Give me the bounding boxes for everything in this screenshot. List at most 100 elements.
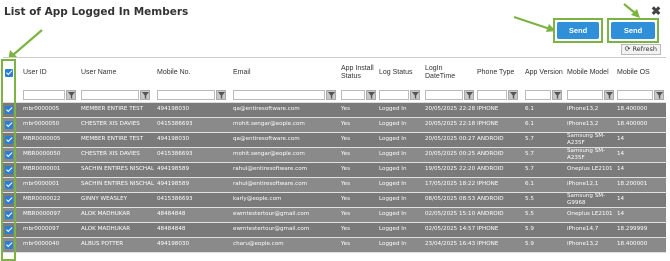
- column-header[interactable]: Email: [231, 58, 339, 88]
- table-cell: IPHONE: [475, 117, 523, 133]
- column-filter-input[interactable]: [477, 89, 507, 100]
- column-filter-input[interactable]: [81, 89, 139, 100]
- column-header[interactable]: App Install Status: [339, 58, 377, 88]
- table-cell: Yes: [339, 192, 377, 208]
- column-filter-input[interactable]: [233, 89, 325, 100]
- column-header[interactable]: Mobile No.: [155, 58, 231, 88]
- filter-icon[interactable]: [326, 89, 336, 100]
- row-checkbox[interactable]: [5, 120, 13, 129]
- table-cell: Yes: [339, 147, 377, 163]
- table-cell: ewmtestertour@gmail.com: [231, 222, 339, 238]
- close-icon[interactable]: ✖: [651, 4, 661, 18]
- filter-icon[interactable]: [552, 89, 562, 100]
- table-cell: IPHONE: [475, 102, 523, 118]
- column-filter-input[interactable]: [525, 89, 551, 100]
- filter-icon[interactable]: [508, 89, 518, 100]
- table-row[interactable]: mbr0000001 SACHIN ENTIRES NISCHAL 49419858…: [3, 177, 666, 193]
- column-header[interactable]: Phone Type: [475, 58, 523, 88]
- row-select-cell: [3, 132, 21, 148]
- table-cell: CHESTER XIS DAVIES: [79, 147, 155, 163]
- row-checkbox[interactable]: [5, 165, 13, 174]
- filter-cell: [565, 88, 615, 103]
- table-cell: mohit.sengar@eople.com: [231, 147, 339, 163]
- table-cell: 20/05/2025 00:25: [423, 147, 475, 163]
- row-checkbox[interactable]: [5, 135, 13, 144]
- table-cell: 18.400000: [615, 237, 666, 253]
- refresh-button[interactable]: ⟳ Refresh: [620, 44, 661, 55]
- send-sms-button[interactable]: Send Sms: [557, 22, 599, 52]
- column-header[interactable]: Mobile OS: [615, 58, 666, 88]
- table-cell: MEMBER ENTIRE TEST: [79, 132, 155, 148]
- filter-icon[interactable]: [654, 89, 664, 100]
- column-filter-input[interactable]: [157, 89, 215, 100]
- table-row[interactable]: mbr0000040 ALBUS POTTER 494198030 charu@eop…: [3, 237, 666, 253]
- filter-icon[interactable]: [604, 89, 614, 100]
- column-filter-input[interactable]: [341, 89, 365, 100]
- table-cell: Samsung SM-G9968: [565, 192, 615, 208]
- table-cell: 14: [615, 132, 666, 148]
- filter-icon[interactable]: [66, 89, 76, 100]
- table-cell: CHESTER XIS DAVIES: [79, 117, 155, 133]
- row-select-cell: [3, 102, 21, 118]
- row-checkbox[interactable]: [5, 105, 13, 114]
- table-row[interactable]: mbr0000050 CHESTER XIS DAVIES 0415386693 mo…: [3, 117, 666, 133]
- table-cell: Yes: [339, 207, 377, 223]
- table-row[interactable]: MBR0000005 MEMBER ENTIRE TEST 494198030 qa@…: [3, 132, 666, 148]
- table-cell: Oneplus LE2101: [565, 207, 615, 223]
- table-cell: iPhone13,2: [565, 102, 615, 118]
- row-checkbox[interactable]: [5, 195, 13, 204]
- table-cell: Logged In: [377, 102, 423, 118]
- column-header[interactable]: Mobile Model: [565, 58, 615, 88]
- table-cell: Oneplus LE2101: [565, 162, 615, 178]
- select-all-checkbox[interactable]: [5, 68, 13, 77]
- table-cell: mohit.sengar@eople.com: [231, 117, 339, 133]
- filter-icon[interactable]: [410, 89, 420, 100]
- table-row[interactable]: MBR0000022 GINNY WEASLEY 0415386693 karly@e…: [3, 192, 666, 208]
- table-cell: 48484848: [155, 222, 231, 238]
- table-cell: 14: [615, 192, 666, 208]
- column-filter-input[interactable]: [567, 89, 603, 100]
- members-grid: User ID User Name Mobile No. Email App I…: [3, 57, 666, 253]
- column-filter-input[interactable]: [379, 89, 409, 100]
- column-header[interactable]: User ID: [21, 58, 79, 88]
- table-row[interactable]: MBR0000097 ALOK MADHUKAR 48484848 ewmtester…: [3, 207, 666, 223]
- row-checkbox[interactable]: [5, 225, 13, 234]
- table-cell: Logged In: [377, 162, 423, 178]
- table-cell: 494198030: [155, 102, 231, 118]
- filter-icon[interactable]: [464, 89, 474, 100]
- table-cell: charu@eople.com: [231, 237, 339, 253]
- table-cell: MBR0000005: [21, 132, 79, 148]
- column-header[interactable]: LogIn DateTime: [423, 58, 475, 88]
- row-checkbox[interactable]: [5, 150, 13, 159]
- filter-icon[interactable]: [366, 89, 376, 100]
- table-cell: 5.9: [523, 237, 565, 253]
- column-header[interactable]: App Version: [523, 58, 565, 88]
- refresh-label: Refresh: [632, 45, 657, 53]
- column-filter-input[interactable]: [425, 89, 463, 100]
- column-filter-input[interactable]: [617, 89, 653, 100]
- table-cell: Yes: [339, 117, 377, 133]
- table-cell: 48484848: [155, 207, 231, 223]
- column-header[interactable]: User Name: [79, 58, 155, 88]
- filter-icon[interactable]: [216, 89, 226, 100]
- column-filter-input[interactable]: [23, 89, 65, 100]
- row-checkbox[interactable]: [5, 240, 13, 249]
- table-cell: SACHIN ENTIRES NISCHAL: [79, 177, 155, 193]
- table-cell: Logged In: [377, 207, 423, 223]
- table-row[interactable]: MBR0000050 CHESTER XIS DAVIES 0415386693 mo…: [3, 147, 666, 163]
- filter-icon[interactable]: [140, 89, 150, 100]
- send-sms-highlight: Send Sms: [553, 18, 603, 52]
- send-email-button[interactable]: Send Email: [611, 22, 655, 52]
- table-cell: Logged In: [377, 132, 423, 148]
- table-row[interactable]: mbr0000005 MEMBER ENTIRE TEST 494198030 qa@…: [3, 102, 666, 118]
- row-checkbox[interactable]: [5, 210, 13, 219]
- table-row[interactable]: mbr0000097 ALOK MADHUKAR 48484848 ewmtester…: [3, 222, 666, 238]
- table-cell: Yes: [339, 237, 377, 253]
- filter-cell: [79, 88, 155, 103]
- table-cell: Logged In: [377, 147, 423, 163]
- table-row[interactable]: MBR0000001 SACHIN ENTIRES NISCHAL 49419858…: [3, 162, 666, 178]
- table-cell: 20/05/2025 00:27: [423, 132, 475, 148]
- column-header[interactable]: Log Status: [377, 58, 423, 88]
- row-checkbox[interactable]: [5, 180, 13, 189]
- send-email-highlight: Send Email: [607, 18, 659, 52]
